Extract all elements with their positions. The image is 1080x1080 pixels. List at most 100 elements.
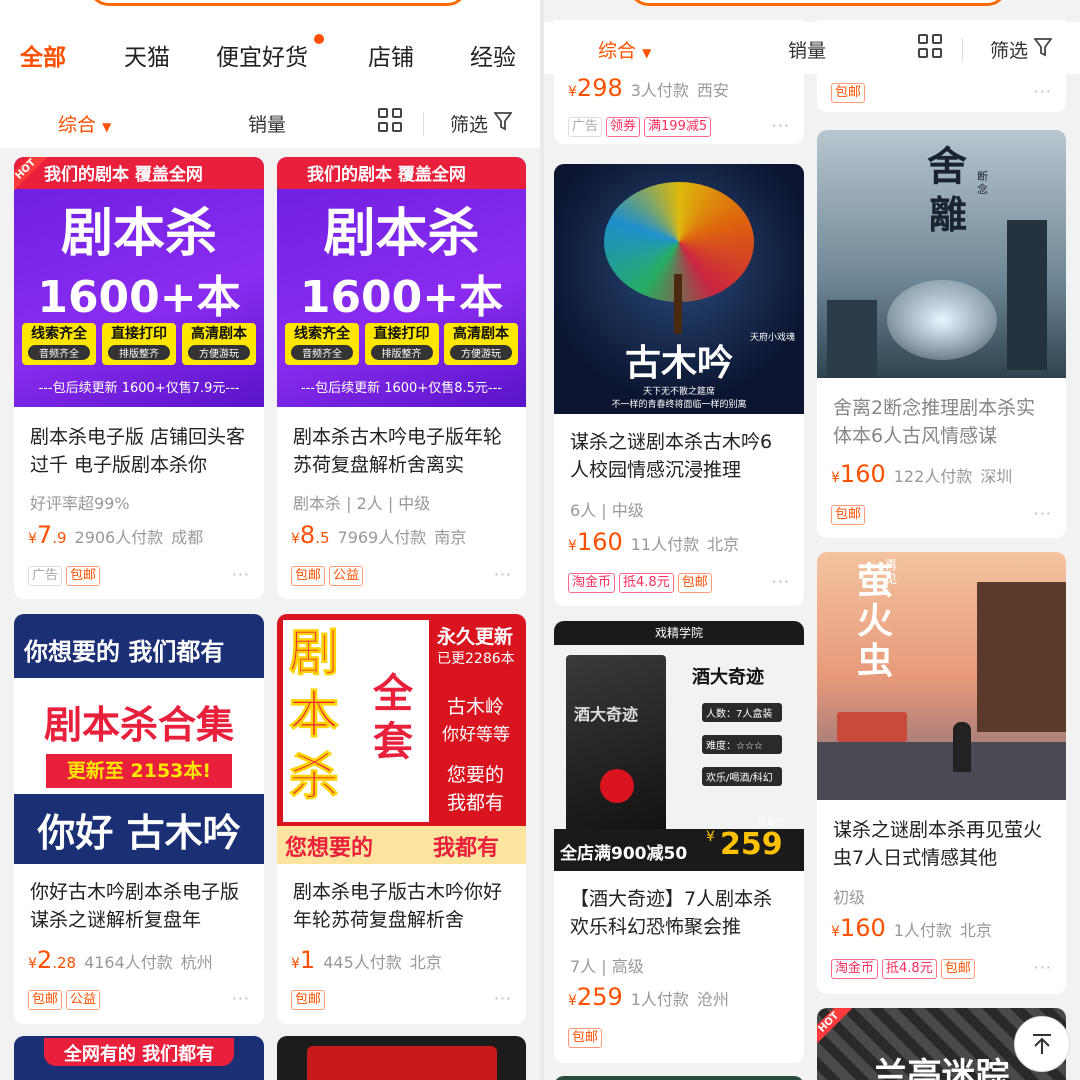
price: 259 <box>576 983 623 1011</box>
location: 深圳 <box>980 467 1013 486</box>
more-icon[interactable]: ··· <box>232 565 250 584</box>
free-shipping-tag: 包邮 <box>568 1027 603 1048</box>
tag-row: 广告 领券 满199减5 <box>568 116 715 137</box>
price-row: ¥259 1人付款 沧州 <box>568 983 729 1011</box>
product-image: HOT 我们的剧本 覆盖全网 剧本杀 1600+本 线索齐全 音频齐全 直接打印排… <box>14 157 264 407</box>
more-icon[interactable]: ··· <box>232 989 250 1008</box>
product-card[interactable]: 全网有的 我们都有 <box>14 1036 264 1080</box>
filter-button[interactable]: 筛选 <box>450 110 488 137</box>
taojinbi-tag: 淘金币 <box>831 958 879 979</box>
filter-button[interactable]: 筛选 <box>990 36 1028 63</box>
product-card[interactable] <box>277 1036 526 1080</box>
ad-tag: 广告 <box>568 116 603 137</box>
product-subtitle: 初级 <box>833 888 866 907</box>
tag-row: 包邮 <box>831 82 869 103</box>
product-subtitle: 好评率超99% <box>30 494 130 513</box>
price: 1 <box>299 946 316 974</box>
filter-icon <box>1034 38 1052 57</box>
tag-row: 包邮 <box>568 1027 606 1048</box>
product-image: 戏精学院 酒大奇迹 酒大奇迹 人数：7人盒装 难度：☆☆☆ 欢乐/喝酒/科幻 全… <box>554 621 804 871</box>
product-card[interactable]: 你想要的 我们都有 剧本杀合集 更新至 2153本! 你好 古木吟 你好古木吟剧… <box>14 614 264 1024</box>
feature-label: 高清剧本 <box>191 326 247 342</box>
location: 沧州 <box>696 990 729 1009</box>
info-badge: 难度：☆☆☆ <box>702 735 782 754</box>
product-card[interactable]: HOT 我们的剧本 覆盖全网 剧本杀 1600+本 线索齐全 音频齐全 直接打印排… <box>14 157 264 599</box>
product-title: 谋杀之谜剧本杀再见萤火虫7人日式情感其他 <box>833 819 1043 869</box>
sort-sales[interactable]: 销量 <box>788 36 826 63</box>
price: 7 <box>36 521 53 549</box>
divider <box>423 112 424 136</box>
image-top-text: 全网有的 我们都有 <box>63 1044 215 1065</box>
sales-count: 11人付款 <box>630 535 700 554</box>
product-card[interactable]: 戏精学院 酒大奇迹 酒大奇迹 人数：7人盒装 难度：☆☆☆ 欢乐/喝酒/科幻 全… <box>554 621 804 1063</box>
feature-label: 直接打印 <box>111 326 167 342</box>
price-row: ¥2.28 4164人付款 杭州 <box>28 946 213 974</box>
more-icon[interactable]: ··· <box>494 565 512 584</box>
search-bar[interactable] <box>88 0 468 6</box>
product-title: 谋杀之谜剧本杀古木吟6人校园情感沉浸推理 <box>570 431 773 481</box>
product-image: 古木吟 天府小戏魂 天下无不散之筵席 不一样的青春终将面临一样的别离 <box>554 164 804 414</box>
sales-count: 7969人付款 <box>337 528 427 547</box>
tag-row: 包邮 公益 <box>28 989 104 1010</box>
sort-comprehensive[interactable]: 综合 ▼ <box>598 36 651 63</box>
location: 南京 <box>434 528 467 547</box>
ad-tag: 广告 <box>28 565 63 586</box>
game-name: 酒大奇迹 <box>692 667 764 688</box>
feature-label: 线索齐全 <box>294 326 350 342</box>
product-title: 剧本杀古木吟电子版年轮苏荷复盘解析舍离实 <box>293 426 503 476</box>
price-row: ¥160 122人付款 深圳 <box>831 460 1013 488</box>
image-subheadline: 1600+本 <box>37 272 241 323</box>
product-subtitle: 剧本杀 | 2人 | 中级 <box>293 494 431 513</box>
product-card[interactable]: 萤火虫 再见 谋杀之谜剧本杀再见萤火虫7人日式情感其他 初级 ¥160 1人付款北… <box>817 552 1066 994</box>
image-side-text: 我都有 <box>447 792 505 814</box>
price: 160 <box>839 460 886 488</box>
product-card[interactable]: 我们的剧本 覆盖全网 剧本杀 1600+本 线索齐全 音频齐全 直接打印 排版整齐 … <box>277 157 526 599</box>
sort-comprehensive[interactable]: 综合 ▼ <box>58 110 111 137</box>
more-icon[interactable]: ··· <box>1034 82 1052 101</box>
grid-view-icon[interactable] <box>378 108 402 132</box>
price-row: ¥8.5 7969人付款 南京 <box>291 521 467 549</box>
price: 8 <box>299 521 316 549</box>
sort-sales[interactable]: 销量 <box>248 110 286 137</box>
feature-sub: 方便游玩 <box>188 345 250 360</box>
product-subtitle: 6人 | 中级 <box>570 501 644 520</box>
free-shipping-tag: 包邮 <box>291 989 326 1010</box>
more-icon[interactable]: ··· <box>772 116 790 135</box>
price-row: ¥7.9 2906人付款 成都 <box>28 521 204 549</box>
image-top-text: 我们的剧本 覆盖全网 <box>44 165 203 185</box>
coupon-tag: 领券 <box>606 116 641 137</box>
tab-shops[interactable]: 店铺 <box>368 38 414 72</box>
more-icon[interactable]: ··· <box>494 989 512 1008</box>
free-shipping-tag: 包邮 <box>66 565 101 586</box>
filter-label: 筛选 <box>450 114 489 136</box>
price: 2 <box>36 946 53 974</box>
back-to-top-button[interactable] <box>1014 1016 1070 1072</box>
grid-view-icon[interactable] <box>918 34 942 58</box>
tag-row: 包邮 公益 <box>291 565 367 586</box>
more-icon[interactable]: ··· <box>1034 504 1052 523</box>
product-card[interactable]: 剧本杀 全套 永久更新 已更2286本 古木岭 你好等等 您要的 我都有 您想要… <box>277 614 526 1024</box>
sort-bar: 综合 ▼ 销量 筛选 <box>0 96 540 148</box>
image-side-text: 古木岭 <box>447 696 505 718</box>
promo-price: 259 <box>720 827 783 862</box>
search-bar[interactable] <box>628 0 1008 6</box>
tab-cheap-goods[interactable]: 便宜好货 <box>216 38 308 72</box>
tab-tmall[interactable]: 天猫 <box>124 38 170 72</box>
more-icon[interactable]: ··· <box>1034 958 1052 977</box>
image-bottom-text: 您想要的 <box>285 836 374 861</box>
product-image: 剧本杀 全套 永久更新 已更2286本 古木岭 你好等等 您要的 我都有 您想要… <box>277 614 526 864</box>
product-card[interactable]: 古木吟 天府小戏魂 天下无不散之筵席 不一样的青春终将面临一样的别离 谋杀之谜剧… <box>554 164 804 606</box>
discount-tag: 抵4.8元 <box>882 958 937 979</box>
discount-tag: 满199减5 <box>644 116 712 137</box>
notification-dot <box>314 34 324 44</box>
caret-down-icon: ▼ <box>642 46 652 60</box>
product-card[interactable]: 舍 離 断念 舍离2断念推理剧本杀实体本6人古风情感谋 ¥160 122人付款 深圳… <box>817 130 1066 538</box>
more-icon[interactable]: ··· <box>772 572 790 591</box>
product-card[interactable] <box>554 1076 804 1080</box>
sort-bar: 综合 ▼ 销量 筛选 <box>544 22 1080 74</box>
price-decimal: .5 <box>315 529 330 547</box>
feature-sub: 方便游玩 <box>450 345 512 360</box>
tab-experience[interactable]: 经验 <box>470 38 516 72</box>
image-bottom-text: 我都有 <box>433 836 500 861</box>
tab-all[interactable]: 全部 <box>20 38 66 72</box>
